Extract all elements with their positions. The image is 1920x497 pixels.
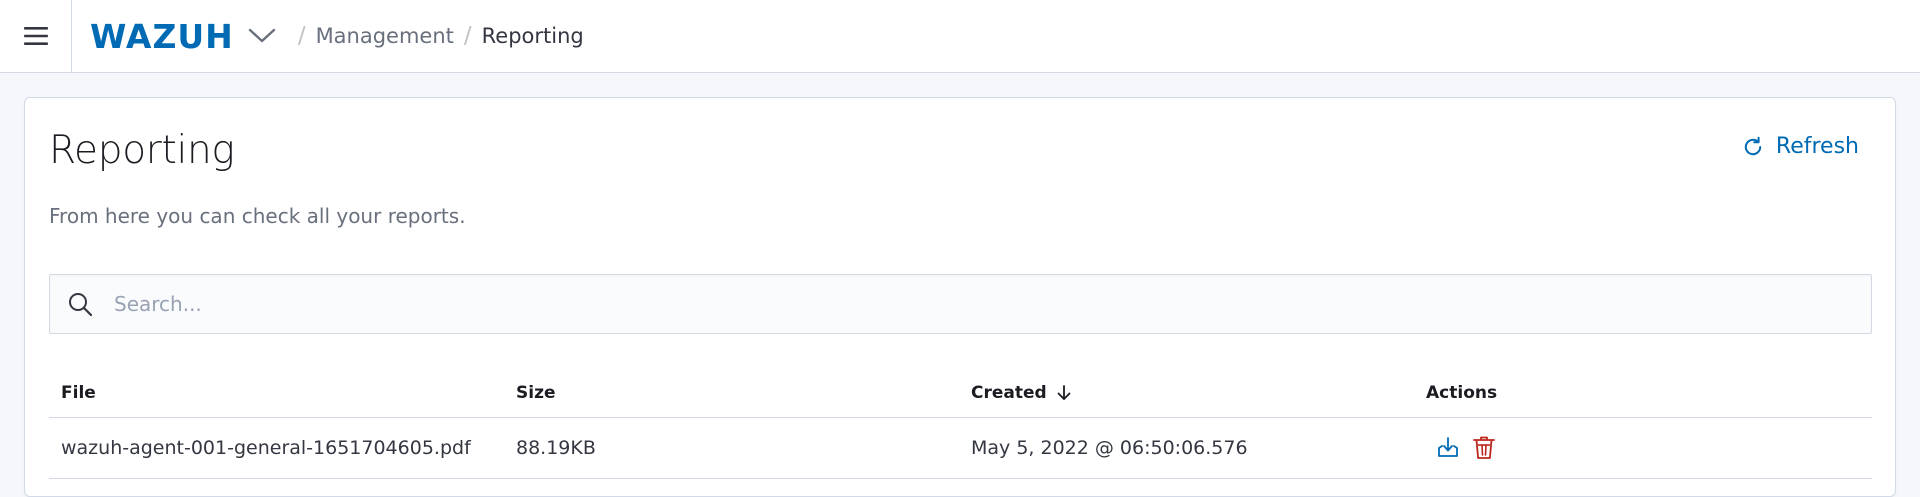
breadcrumb-separator: / (297, 23, 306, 49)
sort-descending-icon (1055, 384, 1073, 402)
column-header-actions: Actions (1426, 382, 1498, 403)
wazuh-logo: WAZUH (90, 16, 234, 56)
top-header: WAZUH / Management / Reporting (0, 0, 1920, 73)
download-icon[interactable] (1432, 432, 1464, 464)
refresh-button[interactable]: Refresh (1742, 134, 1859, 159)
hamburger-icon (23, 27, 48, 45)
cell-created: May 5, 2022 @ 06:50:06.576 (971, 437, 1248, 459)
column-header-created-label: Created (971, 382, 1047, 403)
cell-file: wazuh-agent-001-general-1651704605.pdf (61, 437, 471, 459)
menu-button[interactable] (0, 0, 72, 73)
column-header-created[interactable]: Created (959, 383, 1414, 403)
search-bar (49, 274, 1872, 334)
trash-icon[interactable] (1468, 432, 1500, 464)
reports-table: File Size Created Actions wazuh-agent-00… (49, 368, 1872, 479)
breadcrumb: / Management / Reporting (288, 23, 584, 49)
chevron-down-icon (248, 28, 276, 44)
search-input[interactable] (114, 275, 1871, 333)
table-row: wazuh-agent-001-general-1651704605.pdf 8… (49, 418, 1872, 479)
column-header-size[interactable]: Size (504, 383, 959, 403)
breadcrumb-reporting: Reporting (481, 24, 584, 48)
cell-size: 88.19KB (516, 437, 596, 459)
page-description: From here you can check all your reports… (49, 204, 466, 228)
page-title: Reporting (49, 128, 235, 173)
breadcrumb-management[interactable]: Management (316, 24, 454, 48)
refresh-icon (1744, 136, 1762, 155)
app-switcher[interactable]: WAZUH (90, 20, 276, 53)
reporting-panel: Reporting Refresh From here you can chec… (24, 97, 1896, 497)
cell-actions (1414, 432, 1872, 464)
column-header-file[interactable]: File (49, 383, 504, 403)
breadcrumb-separator: / (463, 23, 472, 49)
search-icon (50, 275, 110, 333)
refresh-label: Refresh (1775, 134, 1859, 159)
table-header: File Size Created Actions (49, 368, 1872, 418)
